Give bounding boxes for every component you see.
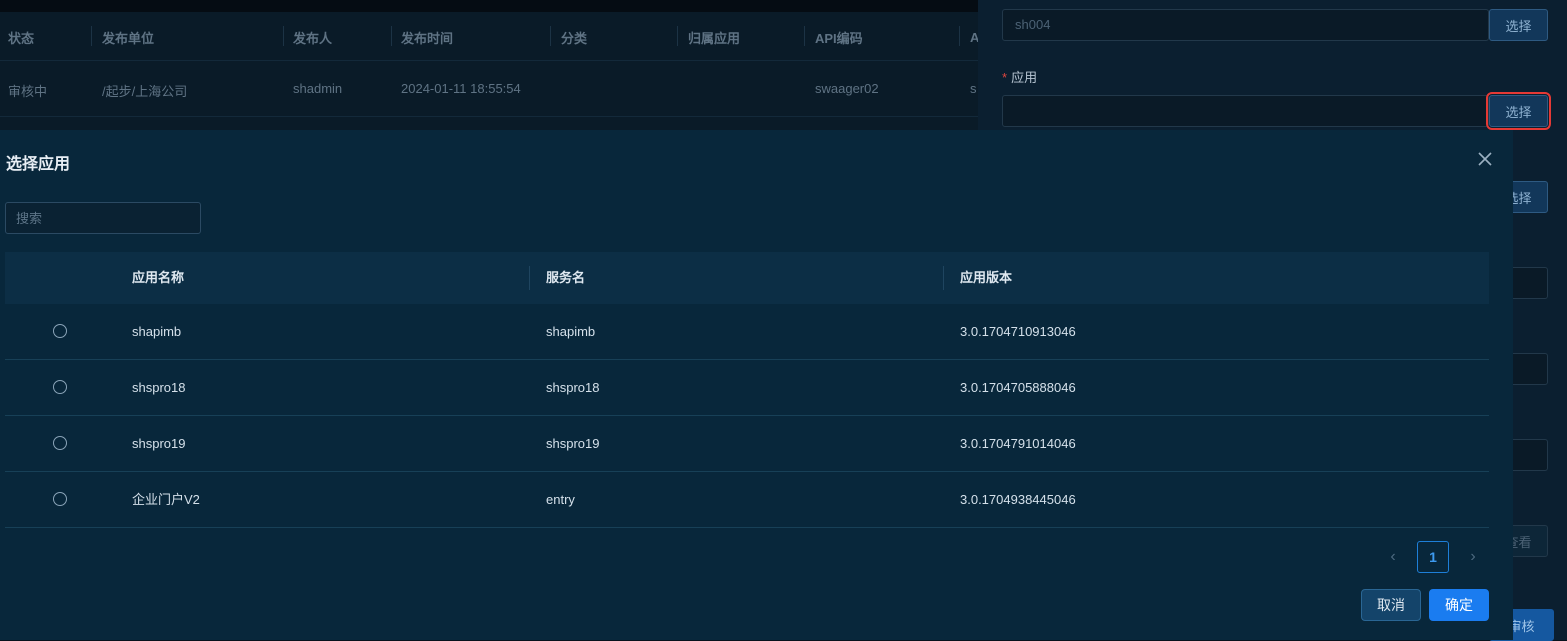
close-icon[interactable]	[1474, 148, 1496, 170]
background-top-bar	[0, 0, 978, 12]
bg-col-divider	[283, 26, 284, 46]
bg-col-publisher: 发布人	[293, 30, 333, 46]
cell-version: 3.0.1704791014046	[960, 436, 1076, 451]
select-unit-button[interactable]: 选择	[1489, 9, 1548, 41]
table-row[interactable]: shspro19 shspro19 3.0.1704791014046	[5, 416, 1489, 472]
col-divider	[529, 266, 530, 290]
cell-app-name: shspro19	[132, 436, 186, 451]
bg-col-divider	[550, 26, 551, 46]
unit-input[interactable]: sh004	[1002, 9, 1489, 41]
app-input[interactable]	[1002, 95, 1489, 127]
bg-col-divider	[804, 26, 805, 46]
bg-col-divider	[391, 26, 392, 46]
cell-version: 3.0.1704938445046	[960, 492, 1076, 507]
table-row[interactable]: shspro18 shspro18 3.0.1704705888046	[5, 360, 1489, 416]
bg-col-divider	[677, 26, 678, 46]
bg-col-category: 分类	[561, 30, 588, 46]
cell-service-name: entry	[546, 492, 575, 507]
cell-app-name: 企业门户V2	[132, 492, 200, 507]
chevron-right-icon[interactable]: ›	[1463, 541, 1483, 573]
search-input[interactable]	[6, 203, 200, 233]
required-mark: *	[1002, 70, 1008, 85]
bg-col-status: 状态	[8, 30, 35, 46]
bg-cell-unit: /起步/上海公司	[102, 84, 188, 99]
col-divider	[943, 266, 944, 290]
app-field-label: * 应用	[1002, 67, 1037, 86]
dialog-title: 选择应用	[6, 156, 71, 173]
bg-col-divider	[91, 26, 92, 46]
bg-cell-api-code: swaager02	[815, 81, 879, 96]
select-app-button[interactable]: 选择	[1486, 92, 1551, 130]
bg-col-unit: 发布单位	[102, 30, 155, 46]
app-table: 应用名称 服务名 应用版本 shapimb shapimb 3.0.170471…	[5, 252, 1489, 528]
app-field-label-text: 应用	[1011, 70, 1038, 85]
bg-col-divider	[959, 26, 960, 46]
bg-col-time: 发布时间	[401, 30, 454, 46]
bg-cell-time: 2024-01-11 18:55:54	[401, 81, 521, 96]
search-box	[5, 202, 201, 234]
chevron-left-icon[interactable]: ‹	[1383, 541, 1403, 573]
background-table-row[interactable]: 审核中 /起步/上海公司 shadmin 2024-01-11 18:55:54…	[0, 62, 978, 117]
bg-col-api-code: API编码	[815, 30, 863, 46]
col-version: 应用版本	[960, 270, 1013, 285]
bg-cell-extra: s	[970, 81, 977, 96]
row-radio[interactable]	[53, 324, 67, 338]
page-number-button[interactable]: 1	[1417, 541, 1449, 573]
bg-cell-publisher: shadmin	[293, 81, 343, 96]
row-radio[interactable]	[53, 492, 67, 506]
table-header: 应用名称 服务名 应用版本	[5, 252, 1489, 304]
cell-service-name: shspro19	[546, 436, 600, 451]
confirm-button[interactable]: 确定	[1429, 589, 1489, 621]
cell-service-name: shapimb	[546, 324, 596, 339]
col-service-name: 服务名	[546, 270, 586, 285]
cell-app-name: shspro18	[132, 380, 186, 395]
table-row[interactable]: shapimb shapimb 3.0.1704710913046	[5, 304, 1489, 360]
background-table: 状态 发布单位 发布人 发布时间 分类 归属应用 API编码 A 审核中 /起步…	[0, 0, 979, 130]
cancel-button[interactable]: 取消	[1361, 589, 1421, 621]
bg-col-app: 归属应用	[688, 30, 741, 46]
select-app-dialog: 选择应用 应用名称 服务名 应用版本 shapimb shapimb 3.0.1…	[0, 130, 1513, 640]
row-radio[interactable]	[53, 436, 67, 450]
cell-version: 3.0.1704705888046	[960, 380, 1076, 395]
col-app-name: 应用名称	[132, 270, 185, 285]
cell-version: 3.0.1704710913046	[960, 324, 1076, 339]
cell-app-name: shapimb	[132, 324, 182, 339]
cell-service-name: shspro18	[546, 380, 600, 395]
bg-cell-status: 审核中	[8, 84, 48, 99]
background-table-header: 状态 发布单位 发布人 发布时间 分类 归属应用 API编码 A	[0, 14, 979, 61]
row-radio[interactable]	[53, 380, 67, 394]
table-row[interactable]: 企业门户V2 entry 3.0.1704938445046	[5, 472, 1489, 528]
